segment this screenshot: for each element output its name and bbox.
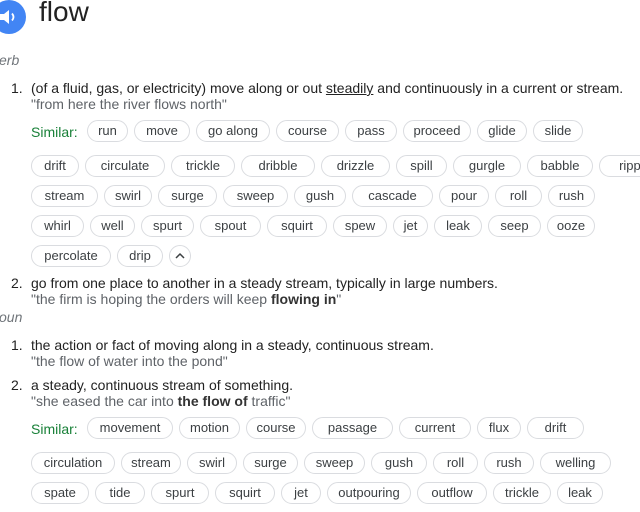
synonym-chip[interactable]: gush [294,185,346,207]
speaker-icon [0,10,15,24]
synonym-chip[interactable]: drift [527,417,584,439]
similar-label: Similar: [31,124,78,140]
synonym-chip[interactable]: stream [121,452,181,474]
synonym-chip[interactable]: slide [533,120,583,142]
synonym-chip[interactable]: trickle [171,155,235,177]
sense-definition: (of a fluid, gas, or electricity) move a… [31,80,624,96]
pronunciation-button[interactable] [0,0,26,34]
chevron-up-icon [175,252,185,259]
synonym-chip[interactable]: babble [527,155,593,177]
synonym-chip[interactable]: go along [196,120,270,142]
synonym-chip[interactable]: pour [439,185,489,207]
synonym-chip[interactable]: sweep [223,185,288,207]
synonym-chip[interactable]: leak [434,215,482,237]
synonym-chip[interactable]: jet [281,482,321,504]
synonym-chip[interactable]: current [399,417,471,439]
synonym-chip[interactable]: surge [158,185,217,207]
synonym-chip[interactable]: passage [312,417,393,439]
headword: flow [39,0,89,27]
synonym-chip[interactable]: proceed [403,120,471,142]
synonym-chip[interactable]: welling [540,452,611,474]
synonym-chip[interactable]: jet [393,215,428,237]
synonym-chip[interactable]: ripple [599,155,640,177]
sense-definition: the action or fact of moving along in a … [31,337,434,353]
sense-number: 2. [11,275,23,291]
synonym-chip[interactable]: swirl [187,452,237,474]
synonym-chip[interactable]: roll [495,185,542,207]
sense-definition: a steady, continuous stream of something… [31,377,293,393]
part-of-speech-verb: erb [0,52,20,68]
synonym-chip[interactable]: tide [95,482,145,504]
synonym-chip[interactable]: dribble [241,155,315,177]
synonym-chip[interactable]: roll [433,452,478,474]
synonym-chip[interactable]: well [90,215,135,237]
synonym-chip[interactable]: move [134,120,190,142]
synonym-chip[interactable]: surge [243,452,298,474]
sense-example: "the flow of water into the pond" [31,353,228,369]
synonym-chip[interactable]: rush [548,185,595,207]
synonym-chip[interactable]: outflow [417,482,487,504]
synonym-chip[interactable]: spout [200,215,261,237]
synonym-chip[interactable]: spate [31,482,89,504]
sense-definition: go from one place to another in a steady… [31,275,498,291]
synonym-chip[interactable]: gush [371,452,427,474]
synonym-chip[interactable]: cascade [352,185,433,207]
synonym-chip[interactable]: trickle [493,482,551,504]
synonym-chip[interactable]: spew [333,215,387,237]
synonym-chip[interactable]: course [276,120,339,142]
synonym-chip[interactable]: motion [179,417,240,439]
definition-link[interactable]: steadily [326,80,373,96]
synonym-chip[interactable]: ooze [547,215,595,237]
synonym-chip[interactable]: squirt [267,215,327,237]
collapse-button[interactable] [169,245,191,267]
synonym-chip[interactable]: sweep [304,452,365,474]
synonym-chip[interactable]: glide [477,120,527,142]
similar-label: Similar: [31,421,78,437]
sense-number: 1. [11,80,23,96]
part-of-speech-noun: oun [0,309,23,325]
synonym-chip[interactable]: stream [31,185,98,207]
synonym-chip[interactable]: outpouring [327,482,411,504]
synonym-chip[interactable]: drip [117,245,163,267]
sense-example: "she eased the car into the flow of traf… [31,393,291,409]
synonym-chip[interactable]: circulate [85,155,165,177]
synonym-chip[interactable]: course [246,417,306,439]
synonym-chip[interactable]: spurt [151,482,209,504]
sense-example: "the firm is hoping the orders will keep… [31,291,342,307]
synonym-chip[interactable]: percolate [31,245,111,267]
synonym-chip[interactable]: squirt [215,482,275,504]
sense-number: 2. [11,377,23,393]
synonym-chip[interactable]: drizzle [321,155,390,177]
synonym-chip[interactable]: pass [345,120,397,142]
synonym-chip[interactable]: spill [396,155,447,177]
synonym-chip[interactable]: spurt [141,215,194,237]
synonym-chip[interactable]: circulation [31,452,115,474]
synonym-chip[interactable]: flux [477,417,521,439]
synonym-chip[interactable]: drift [31,155,79,177]
synonym-chip[interactable]: swirl [104,185,152,207]
synonym-chip[interactable]: gurgle [453,155,521,177]
synonym-chip[interactable]: seep [488,215,541,237]
sense-example: "from here the river flows north" [31,96,227,112]
sense-number: 1. [11,337,23,353]
synonym-chip[interactable]: run [87,120,128,142]
synonym-chip[interactable]: leak [557,482,603,504]
synonym-chip[interactable]: whirl [31,215,84,237]
synonym-chip[interactable]: movement [87,417,173,439]
synonym-chip[interactable]: rush [484,452,534,474]
